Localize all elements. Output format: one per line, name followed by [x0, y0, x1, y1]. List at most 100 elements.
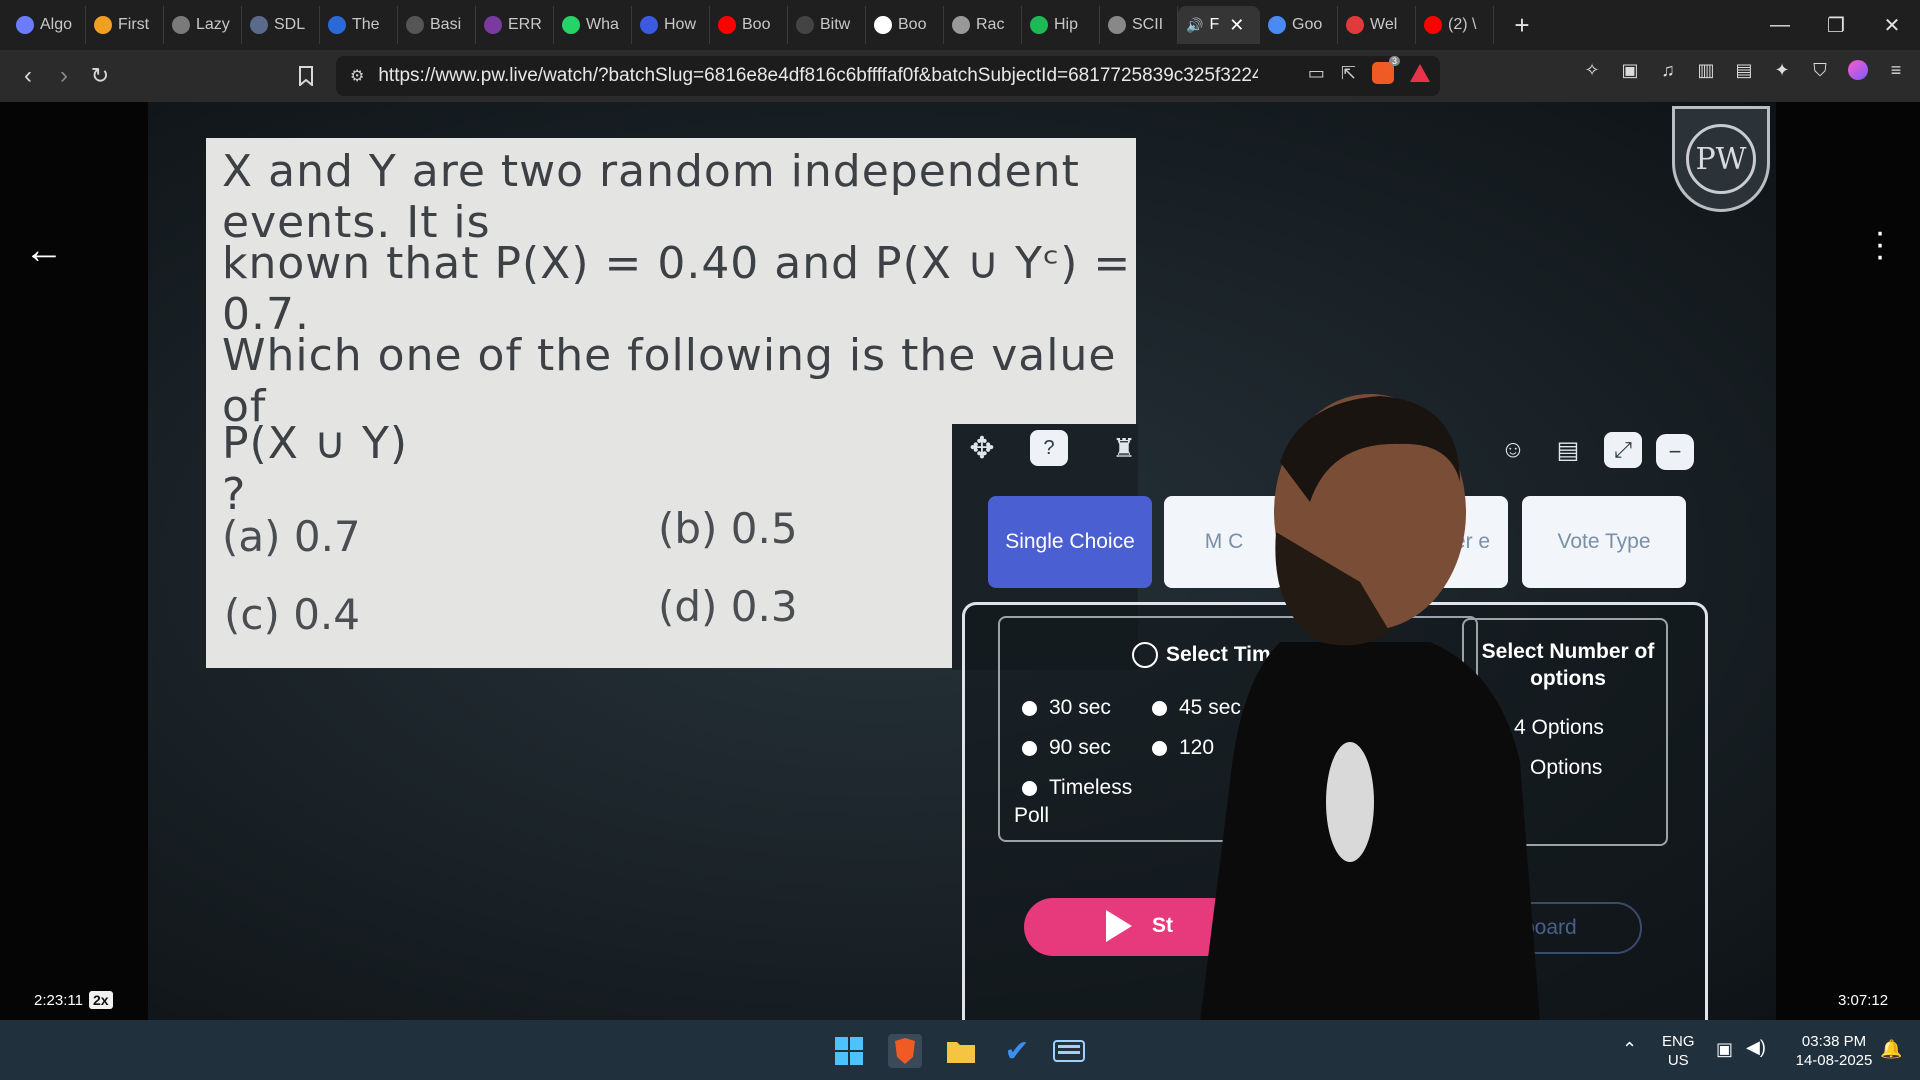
tab-label: SDL: [274, 16, 306, 33]
tab-a-2[interactable]: (2) \: [1416, 6, 1494, 44]
clock[interactable]: 03:38 PM 14-08-2025: [1786, 1032, 1882, 1070]
tab-a-1[interactable]: Wel: [1338, 6, 1416, 44]
language-bottom: US: [1667, 1052, 1689, 1069]
bookmark-icon[interactable]: [288, 58, 324, 94]
tab-favicon-icon: [562, 16, 580, 34]
question-line-1: X and Y are two random independent event…: [222, 146, 1080, 248]
tab-favicon-icon: [94, 16, 112, 34]
tab-favicon-icon: [1108, 16, 1126, 34]
cast-icon[interactable]: ▭: [1308, 63, 1325, 84]
tab-a-0[interactable]: Goo: [1260, 6, 1338, 44]
clock-date: 14-08-2025: [1795, 1052, 1873, 1069]
tab-b-1[interactable]: First: [86, 6, 164, 44]
tab-label: First: [118, 16, 150, 33]
tab-b-13[interactable]: Hip: [1022, 6, 1100, 44]
expand-icon[interactable]: ⤢: [1604, 432, 1642, 468]
leo-icon[interactable]: ✦: [1770, 58, 1794, 82]
tab-active-label: F: [1209, 16, 1220, 33]
url-text[interactable]: https://www.pw.live/watch/?batchSlug=681…: [378, 65, 1258, 87]
comments-icon[interactable]: ▤: [1548, 432, 1588, 468]
tab-b-5[interactable]: Basi: [398, 6, 476, 44]
todo-app[interactable]: ✔: [1000, 1034, 1034, 1068]
tab-label: (2) \: [1448, 16, 1477, 33]
vpn-icon[interactable]: ⛉: [1808, 58, 1832, 82]
start-button[interactable]: [832, 1034, 866, 1068]
tab-label: Wel: [1370, 16, 1398, 33]
minimize-button[interactable]: —: [1752, 0, 1808, 50]
tab-active[interactable]: 🔊 F ✕: [1178, 6, 1260, 44]
tray-overflow-icon[interactable]: ⌃: [1622, 1040, 1637, 1059]
window-controls: — ❐ ✕: [1752, 0, 1920, 50]
tab-b-9[interactable]: Boo: [710, 6, 788, 44]
extensions-icon[interactable]: ✧: [1580, 58, 1604, 82]
current-time: 2:23:11: [34, 992, 83, 1009]
share-icon[interactable]: ⇱: [1341, 63, 1356, 84]
brave-browser-app[interactable]: [888, 1034, 922, 1068]
playback-speed-badge[interactable]: 2x: [89, 991, 113, 1009]
timer-option-label: 30 sec: [1049, 696, 1111, 719]
back-arrow-icon[interactable]: ←: [24, 228, 64, 273]
rewards-icon[interactable]: [1410, 64, 1430, 82]
close-tab-icon[interactable]: ✕: [1229, 15, 1244, 36]
single-choice-button[interactable]: Single Choice: [988, 496, 1152, 588]
back-button[interactable]: ‹: [10, 58, 46, 94]
tab-b-14[interactable]: SCII: [1100, 6, 1178, 44]
tab-b-0[interactable]: Algo: [8, 6, 86, 44]
url-icons: ▭ ⇱ 3: [1308, 56, 1430, 84]
tab-b-7[interactable]: Wha: [554, 6, 632, 44]
network-icon[interactable]: ▣: [1716, 1040, 1733, 1059]
profile-icon[interactable]: [1846, 58, 1870, 82]
video-player[interactable]: X and Y are two random independent event…: [0, 102, 1920, 1020]
more-options-icon[interactable]: · · ·: [1872, 215, 1888, 273]
new-tab-button[interactable]: +: [1504, 10, 1540, 41]
tab-favicon-icon: [1268, 16, 1286, 34]
media-icon[interactable]: ♫: [1656, 58, 1680, 82]
tab-label: The: [352, 16, 380, 33]
tab-b-2[interactable]: Lazy: [164, 6, 242, 44]
timer-option-90[interactable]: 90 sec: [1022, 736, 1111, 760]
tab-label: Algo: [40, 16, 73, 33]
tab-b-4[interactable]: The: [320, 6, 398, 44]
tab-label: Boo: [742, 16, 771, 33]
tab-favicon-icon: [640, 16, 658, 34]
sidebar-icon[interactable]: ▥: [1694, 58, 1718, 82]
tab-b-11[interactable]: Boo: [866, 6, 944, 44]
brave-shield-icon[interactable]: 3: [1372, 56, 1400, 84]
tab-b-3[interactable]: SDL: [242, 6, 320, 44]
question-icon[interactable]: ?: [1030, 430, 1068, 466]
tab-label: Hip: [1054, 16, 1079, 33]
site-settings-icon[interactable]: ⚙: [350, 66, 364, 86]
notification-bell-icon[interactable]: 🔔: [1880, 1040, 1902, 1059]
file-explorer-app[interactable]: [944, 1034, 978, 1068]
forward-button[interactable]: ›: [46, 58, 82, 94]
tab-b-8[interactable]: How: [632, 6, 710, 44]
timer-option-30[interactable]: 30 sec: [1022, 696, 1111, 720]
menu-icon[interactable]: ≡: [1884, 58, 1908, 82]
tab-b-6[interactable]: ERR: [476, 6, 554, 44]
reload-button[interactable]: ↻: [82, 58, 118, 94]
keyboard-app[interactable]: [1052, 1034, 1086, 1068]
timer-option-timeless[interactable]: Timeless: [1022, 776, 1132, 800]
tab-b-10[interactable]: Bitw: [788, 6, 866, 44]
leaderboard-icon[interactable]: ♜: [1104, 430, 1144, 466]
tab-b-12[interactable]: Rac: [944, 6, 1022, 44]
language-indicator[interactable]: ENG US: [1662, 1032, 1695, 1070]
tab-label: SCII: [1132, 16, 1164, 33]
restore-button[interactable]: ❐: [1808, 0, 1864, 50]
address-bar[interactable]: ⚙ https://www.pw.live/watch/?batchSlug=6…: [336, 56, 1440, 96]
volume-tray-icon[interactable]: ◀): [1746, 1038, 1766, 1057]
wallet-icon[interactable]: ▤: [1732, 58, 1756, 82]
minimize-panel-icon[interactable]: −: [1656, 434, 1694, 470]
options-value-other[interactable]: Options: [1530, 756, 1602, 780]
duration: 3:07:12: [1838, 992, 1889, 1009]
close-window-button[interactable]: ✕: [1864, 0, 1920, 50]
tab-favicon-icon: [874, 16, 892, 34]
option-d: (d) 0.3: [658, 582, 798, 631]
tab-favicon-icon: [16, 16, 34, 34]
vote-type-button[interactable]: Vote Type: [1522, 496, 1686, 588]
radio-dot: [1022, 780, 1037, 796]
question-line-2: known that P(X) = 0.40 and P(X ∪ Yᶜ) = 0…: [222, 238, 1132, 340]
tab-label: Goo: [1292, 16, 1323, 33]
move-icon[interactable]: ✥: [964, 430, 1000, 466]
screenshot-icon[interactable]: ▣: [1618, 58, 1642, 82]
